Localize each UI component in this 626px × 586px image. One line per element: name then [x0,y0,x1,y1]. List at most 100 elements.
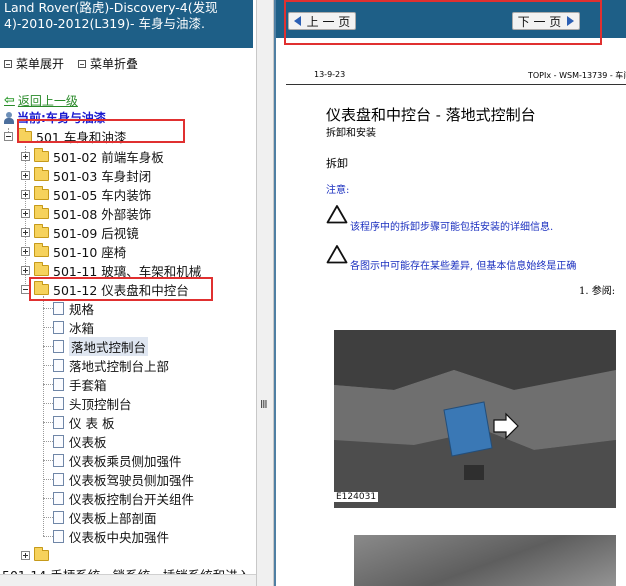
toc-header-title: Land Rover(路虎)-Discovery-4(发现4)-2010-201… [4,0,218,31]
tree-section-label: 501-05 车内装饰 [53,188,152,203]
doc-rule [286,84,626,85]
document-icon [53,321,64,334]
warning-icon [326,205,348,224]
folder-icon [34,547,49,561]
expand-toggle-icon[interactable] [21,266,30,275]
document-icon [53,302,64,315]
tree-page-label: 落地式控制台上部 [69,359,170,374]
expand-toggle-icon[interactable] [21,247,30,256]
doc-section: 拆卸 [326,157,348,170]
tree-page-label: 头顶控制台 [69,397,132,412]
tree-section-item-expanded[interactable]: 501-12 仪表盘和中控台 [21,280,189,299]
doc-subtitle: 拆卸和安装 [326,128,376,139]
page-nav-bar: 上 一 页 下 一 页 [276,0,626,38]
folder-icon [34,186,49,200]
arrow-left-icon [293,16,301,26]
current-position: 当前:车身与油漆 [4,109,106,126]
document-icon [53,397,64,410]
tree-section-label: 501-08 外部装饰 [53,207,152,222]
tree-section-item[interactable]: 501-08 外部装饰 [21,204,151,223]
tree-page-item[interactable]: 手套箱 [53,375,107,394]
folder-open-icon [34,281,49,295]
image-caption: E124031 [334,492,379,502]
back-link-label: 返回上一级 [17,94,78,108]
document-icon [53,530,64,543]
warning-icon [326,245,348,264]
tree-page-item[interactable]: 冰箱 [53,318,94,337]
collapse-menu-button[interactable]: 菜单折叠 [78,55,138,72]
expand-toggle-icon[interactable] [21,209,30,218]
tree-page-item[interactable]: 仪表板驾驶员侧加强件 [53,470,194,489]
arrow-left-icon: ⇦ [4,93,15,108]
tree-section-label: 501-11 玻璃、车架和机械 [53,264,202,279]
folder-icon [34,243,49,257]
horizontal-scrollbar[interactable] [0,574,256,586]
tree-section-item[interactable]: 501-09 后视镜 [21,223,139,242]
expand-toggle-icon[interactable] [21,228,30,237]
expand-toggle-icon[interactable] [21,551,30,560]
doc-title: 仪表盘和中控台 - 落地式控制台 [326,106,536,124]
document-icon [53,359,64,372]
tree-root-label: 501 车身和油漆 [36,130,127,145]
document-icon [53,473,64,486]
tree-page-label: 仪表板 [69,435,107,450]
tree-page-item[interactable]: 仪 表 板 [53,413,114,432]
tree-page-item[interactable]: 仪表板上部剖面 [53,508,157,527]
tree-section-item[interactable]: 501-02 前端车身板 [21,147,164,166]
tree-page-item[interactable]: 仪表板中央加强件 [53,527,169,546]
note-label: 注意: [326,185,350,196]
expand-toggle-icon[interactable] [21,152,30,161]
tree-page-item-selected[interactable]: 落地式控制台 [53,337,149,356]
tree-page-label: 规格 [69,302,95,317]
person-icon [4,111,14,124]
document-icon [53,454,64,467]
toc-toolbar: 菜单展开 菜单折叠 [4,55,138,72]
illustration-image [334,330,616,508]
back-link[interactable]: ⇦ 返回上一级 [4,92,78,109]
tree-page-label: 仪表板控制台开关组件 [69,492,195,507]
tree-section-item[interactable]: 501-05 车内装饰 [21,185,151,204]
arrow-right-icon [567,16,575,26]
tree-section-item[interactable]: 501-11 玻璃、车架和机械 [21,261,201,280]
tree-page-label: 仪表板乘员侧加强件 [69,454,182,469]
tree-page-label: 仪表板中央加强件 [69,530,170,545]
tree-page-item[interactable]: 仪表板控制台开关组件 [53,489,194,508]
tree-section-item[interactable] [21,546,53,565]
tree-page-item[interactable]: 头顶控制台 [53,394,132,413]
tree-section-item[interactable]: 501-03 车身封闭 [21,166,151,185]
document-pane: 上 一 页 下 一 页 13-9-23 TOPIx - WSM-13739 - … [274,0,626,586]
document-icon [53,511,64,524]
tree-root-item[interactable]: 501 车身和油漆 [4,127,126,146]
next-page-button[interactable]: 下 一 页 [512,12,580,30]
folder-open-icon [17,128,32,142]
tree-page-item[interactable]: 规格 [53,299,94,318]
document-icon [53,340,64,353]
tree-section-label: 501-12 仪表盘和中控台 [53,283,189,298]
document-icon [53,435,64,448]
pane-splitter[interactable]: Ⅲ [256,0,274,586]
collapse-toggle-icon[interactable] [4,132,13,141]
expand-toggle-icon[interactable] [21,171,30,180]
doc-date: 13-9-23 [314,70,346,79]
tree-section-item[interactable]: 501-10 座椅 [21,242,126,261]
collapse-toggle-icon[interactable] [21,285,30,294]
tree-page-label: 冰箱 [69,321,95,336]
tree-page-item[interactable]: 落地式控制台上部 [53,356,169,375]
console-photo [334,330,616,508]
tree-page-item[interactable]: 仪表板 [53,432,107,451]
tree-page-item[interactable]: 仪表板乘员侧加强件 [53,451,182,470]
grip-icon: Ⅲ [260,398,268,411]
document-icon [53,492,64,505]
tree-section-label: 501-02 前端车身板 [53,150,164,165]
expand-toggle-icon[interactable] [21,190,30,199]
prev-page-button[interactable]: 上 一 页 [288,12,356,30]
document-icon [53,378,64,391]
tree-section-label: 501-03 车身封闭 [53,169,152,184]
next-page-label: 下 一 页 [517,14,562,29]
note-2: 各图示中可能存在某些差异, 但基本信息始终是正确 [350,261,577,272]
folder-icon [34,224,49,238]
folder-icon [34,262,49,276]
tree-page-label: 落地式控制台 [69,337,149,356]
expand-icon [4,59,12,68]
expand-menu-button[interactable]: 菜单展开 [4,55,64,72]
